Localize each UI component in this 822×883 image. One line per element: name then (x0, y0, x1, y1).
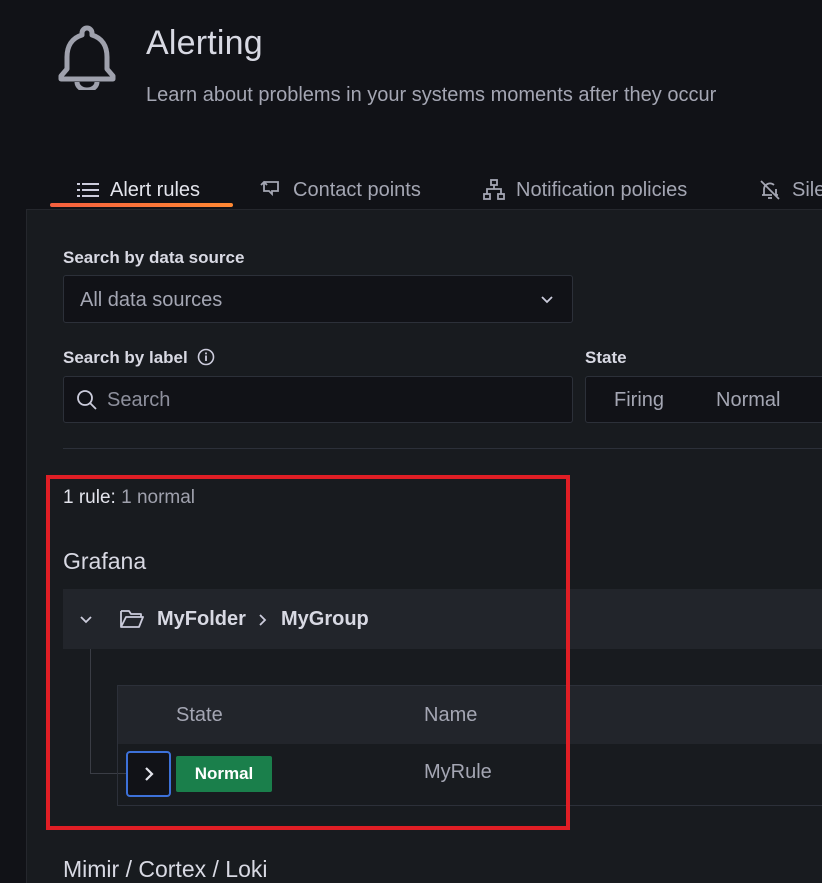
tab-label: Alert rules (110, 178, 201, 201)
label-filter-label: Search by label (63, 348, 188, 367)
tab-label: Contact points (293, 178, 421, 201)
list-icon (76, 178, 100, 202)
namespace-heading-mimir: Mimir / Cortex / Loki (63, 856, 268, 882)
divider (63, 448, 822, 449)
tab-contact-points[interactable]: Contact points (259, 170, 421, 210)
sitemap-icon (482, 178, 506, 202)
tab-notification-policies[interactable]: Notification policies (482, 170, 687, 210)
state-option-normal[interactable]: Normal (716, 389, 780, 412)
tab-label: Notification policies (516, 178, 688, 201)
search-icon (77, 390, 97, 410)
highlight-box (46, 475, 570, 830)
bell-slash-icon (758, 178, 782, 202)
info-circle-icon[interactable] (197, 348, 215, 366)
chevron-down-icon (541, 296, 553, 304)
tab-label: Sile (792, 178, 822, 201)
page-title: Alerting (146, 24, 263, 62)
datasource-filter-label: Search by data source (63, 248, 245, 267)
active-tab-indicator (50, 203, 233, 207)
state-filter-label: State (585, 348, 627, 367)
datasource-select-value: All data sources (80, 289, 223, 311)
bell-icon (58, 25, 116, 90)
tab-silences[interactable]: Sile (758, 170, 822, 210)
comment-alt-share-icon (259, 178, 283, 202)
state-option-firing[interactable]: Firing (614, 389, 664, 412)
search-placeholder: Search (107, 389, 171, 411)
page-subtitle: Learn about problems in your systems mom… (146, 84, 717, 106)
